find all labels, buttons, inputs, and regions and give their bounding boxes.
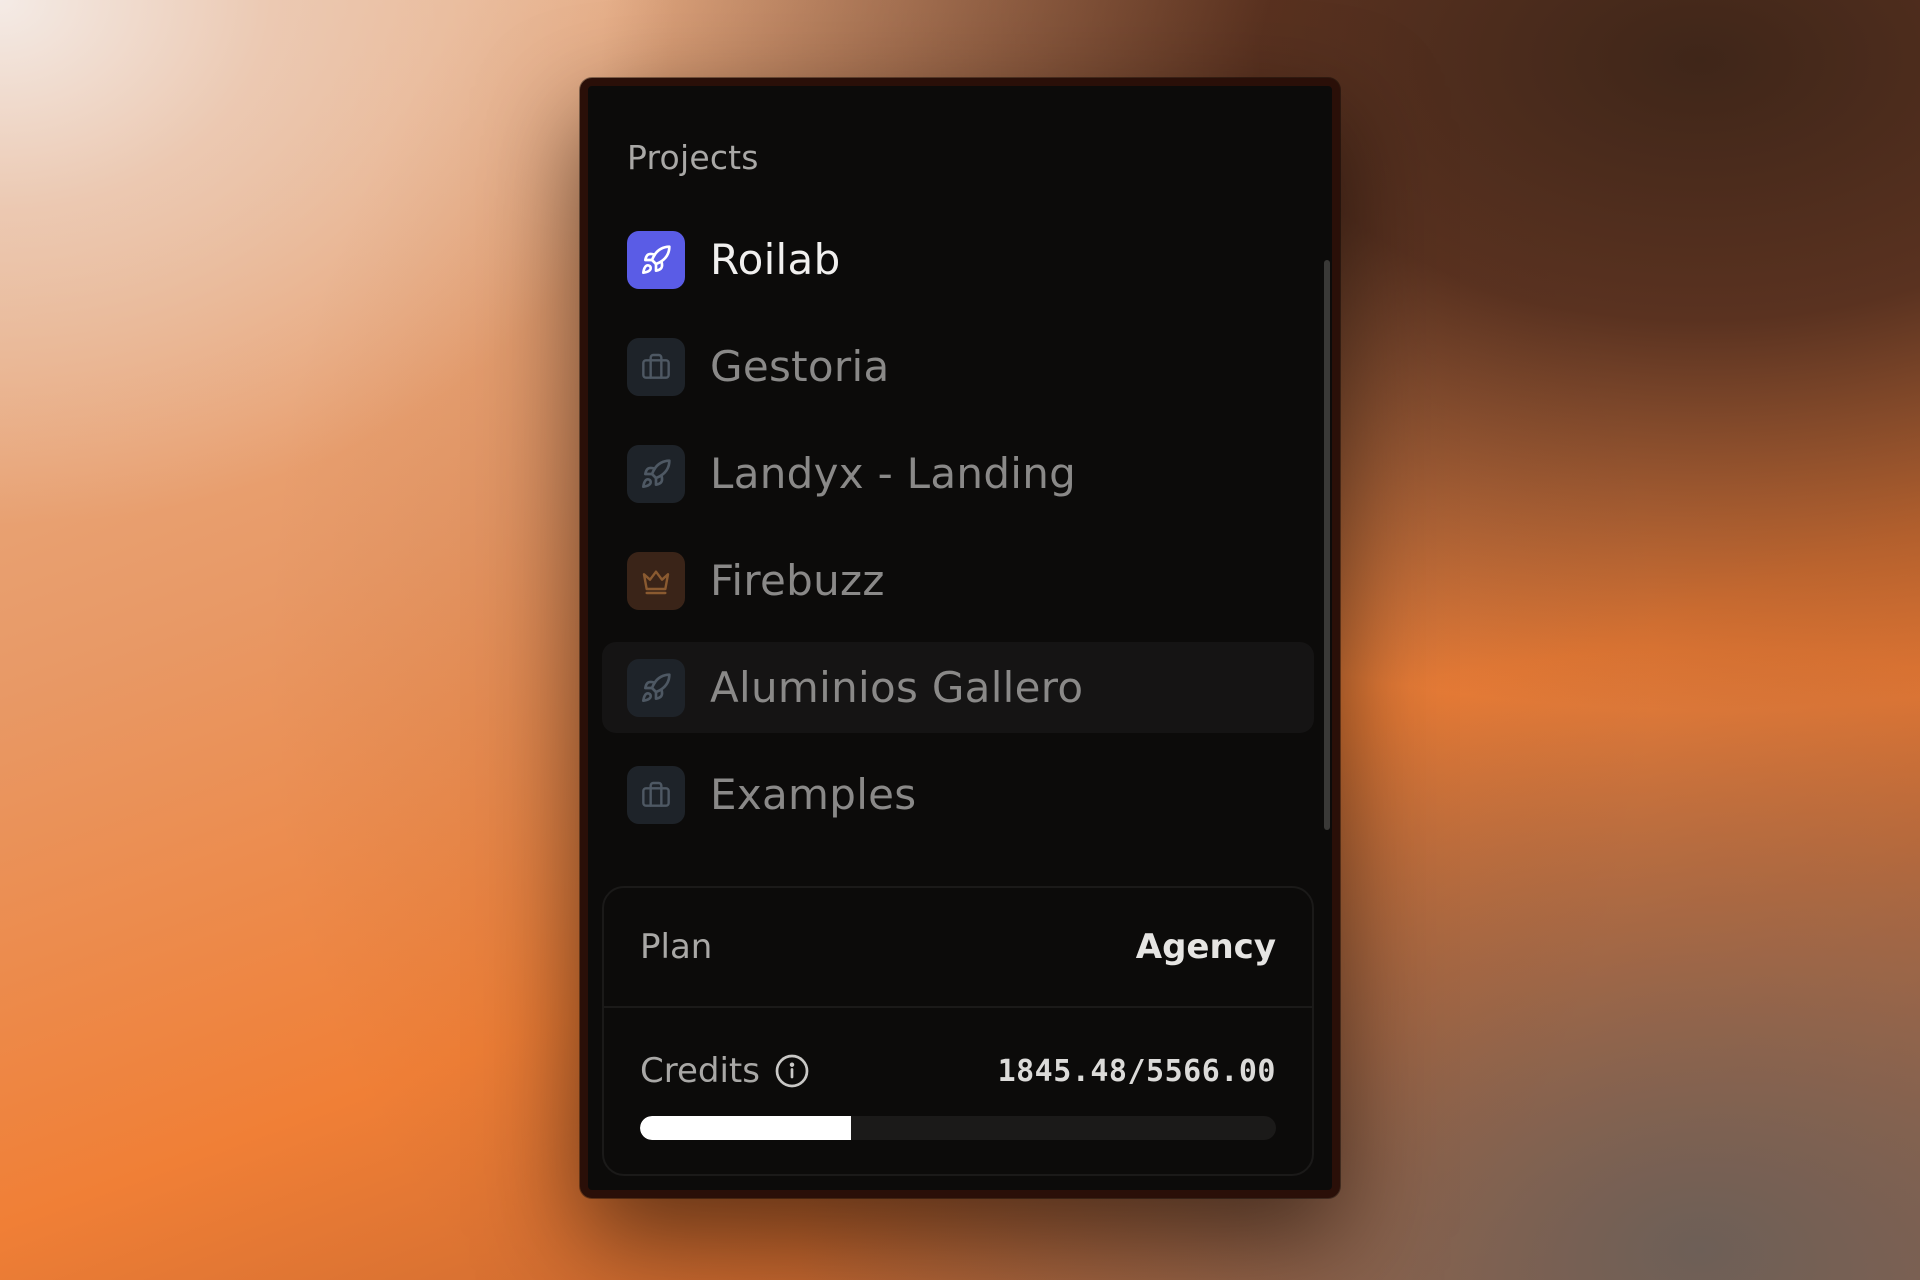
project-item-gestoria[interactable]: Gestoria	[602, 321, 1314, 412]
briefcase-icon	[627, 337, 685, 396]
info-icon[interactable]	[774, 1053, 810, 1089]
rocket-icon	[627, 230, 685, 289]
project-item-firebuzz[interactable]: Firebuzz	[602, 535, 1314, 626]
briefcase-icon	[627, 765, 685, 824]
credits-label: Credits	[640, 1051, 760, 1091]
crown-icon	[627, 551, 685, 610]
background: Projects Roilab Gestoria Landyx - Landin…	[0, 0, 1920, 1280]
plan-row: Plan Agency	[604, 888, 1312, 1008]
plan-label: Plan	[640, 927, 713, 967]
scrollbar[interactable]	[1324, 260, 1330, 830]
project-item-aluminios-gallero[interactable]: Aluminios Gallero	[602, 642, 1314, 733]
plan-value: Agency	[1135, 927, 1276, 967]
rocket-icon	[627, 444, 685, 503]
credits-value: 1845.48/5566.00	[997, 1053, 1276, 1089]
credits-row: Credits 1845.48/5566.00	[640, 1048, 1276, 1094]
credits-progress-fill	[640, 1116, 851, 1140]
project-label: Roilab	[710, 235, 841, 284]
credits-progress-bar	[640, 1116, 1276, 1140]
project-label: Aluminios Gallero	[710, 663, 1084, 712]
projects-panel: Projects Roilab Gestoria Landyx - Landin…	[580, 78, 1340, 1198]
rocket-icon	[627, 658, 685, 717]
plan-card: Plan Agency Credits 1845.48/5566.00	[602, 886, 1314, 1176]
project-item-examples[interactable]: Examples	[602, 749, 1314, 840]
project-item-roilab[interactable]: Roilab	[602, 214, 1314, 305]
project-label: Landyx - Landing	[710, 449, 1077, 498]
project-label: Gestoria	[710, 342, 890, 391]
project-item-landyx-landing[interactable]: Landyx - Landing	[602, 428, 1314, 519]
project-label: Examples	[710, 770, 917, 819]
project-label: Firebuzz	[710, 556, 885, 605]
project-list: Roilab Gestoria Landyx - Landing Firebuz…	[602, 214, 1314, 856]
credits-label-group: Credits	[640, 1051, 810, 1091]
projects-heading: Projects	[627, 138, 759, 177]
